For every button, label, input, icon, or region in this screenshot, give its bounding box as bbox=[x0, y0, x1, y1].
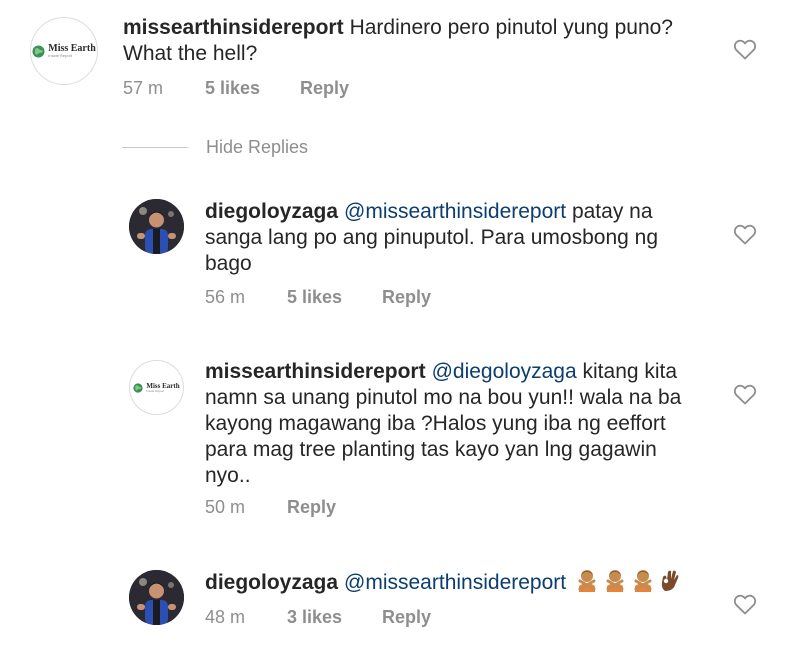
divider bbox=[122, 147, 188, 148]
person-gesturing-no-icon bbox=[578, 570, 596, 592]
comment-text: diegoloyzaga @missearthinsidereport bbox=[205, 568, 725, 596]
comment-meta: 57 m 5 likes Reply bbox=[123, 78, 349, 99]
mention-link[interactable]: @diegoloyzaga bbox=[432, 360, 577, 383]
comment-time: 57 m bbox=[123, 78, 164, 98]
profile-photo-icon bbox=[129, 199, 184, 254]
reply-button[interactable]: Reply bbox=[300, 78, 349, 99]
heart-outline-icon[interactable] bbox=[733, 223, 757, 245]
avatar[interactable] bbox=[129, 570, 184, 625]
reply-button[interactable]: Reply bbox=[382, 287, 431, 308]
globe-icon bbox=[133, 382, 143, 393]
logo-subtitle: Inside Report bbox=[146, 388, 165, 393]
comment-username[interactable]: missearthinsidereport bbox=[123, 16, 344, 39]
hide-replies-label: Hide Replies bbox=[206, 137, 309, 157]
avatar[interactable]: Miss Earth Inside Report bbox=[129, 360, 184, 415]
comment-meta: 50 m Reply bbox=[205, 497, 336, 518]
comment-username[interactable]: diegoloyzaga bbox=[205, 571, 338, 594]
brand-logo: Miss Earth Inside Report bbox=[133, 382, 180, 393]
mention-link[interactable]: @missearthinsidereport bbox=[344, 571, 566, 594]
profile-photo-icon bbox=[129, 570, 184, 625]
globe-icon bbox=[32, 45, 45, 57]
reply-button[interactable]: Reply bbox=[382, 607, 431, 628]
mention-link[interactable]: @missearthinsidereport bbox=[344, 200, 566, 223]
heart-outline-icon[interactable] bbox=[733, 593, 757, 615]
ok-hand-icon bbox=[662, 570, 679, 591]
likes-count[interactable]: 3 likes bbox=[287, 607, 342, 628]
heart-outline-icon[interactable] bbox=[733, 38, 757, 60]
comment-username[interactable]: missearthinsidereport bbox=[205, 360, 426, 383]
likes-count[interactable]: 5 likes bbox=[287, 287, 342, 308]
avatar[interactable]: Miss Earth Inside Report bbox=[30, 17, 98, 85]
emoji-group bbox=[576, 570, 682, 594]
likes-count[interactable]: 5 likes bbox=[205, 78, 260, 99]
reply-button[interactable]: Reply bbox=[287, 497, 336, 518]
comment-time: 56 m bbox=[205, 287, 246, 307]
hide-replies-toggle[interactable]: Hide Replies bbox=[122, 137, 308, 158]
comment-username[interactable]: diegoloyzaga bbox=[205, 200, 338, 223]
comment-meta: 56 m 5 likes Reply bbox=[205, 287, 431, 308]
person-gesturing-no-icon bbox=[606, 570, 624, 592]
comment-meta: 48 m 3 likes Reply bbox=[205, 607, 431, 628]
logo-subtitle: Inside Report bbox=[48, 53, 73, 58]
comment-text: missearthinsidereport Hardinero pero pinu… bbox=[123, 15, 683, 67]
comment-time: 48 m bbox=[205, 607, 246, 627]
comment-text: missearthinsidereport @diegoloyzaga kitan… bbox=[205, 359, 700, 489]
comment-time: 50 m bbox=[205, 497, 246, 517]
heart-outline-icon[interactable] bbox=[733, 383, 757, 405]
brand-logo: Miss Earth Inside Report bbox=[32, 44, 96, 58]
comment-text: diegoloyzaga @missearthinsidereport patay… bbox=[205, 199, 685, 277]
person-gesturing-no-icon bbox=[634, 570, 652, 592]
avatar[interactable] bbox=[129, 199, 184, 254]
